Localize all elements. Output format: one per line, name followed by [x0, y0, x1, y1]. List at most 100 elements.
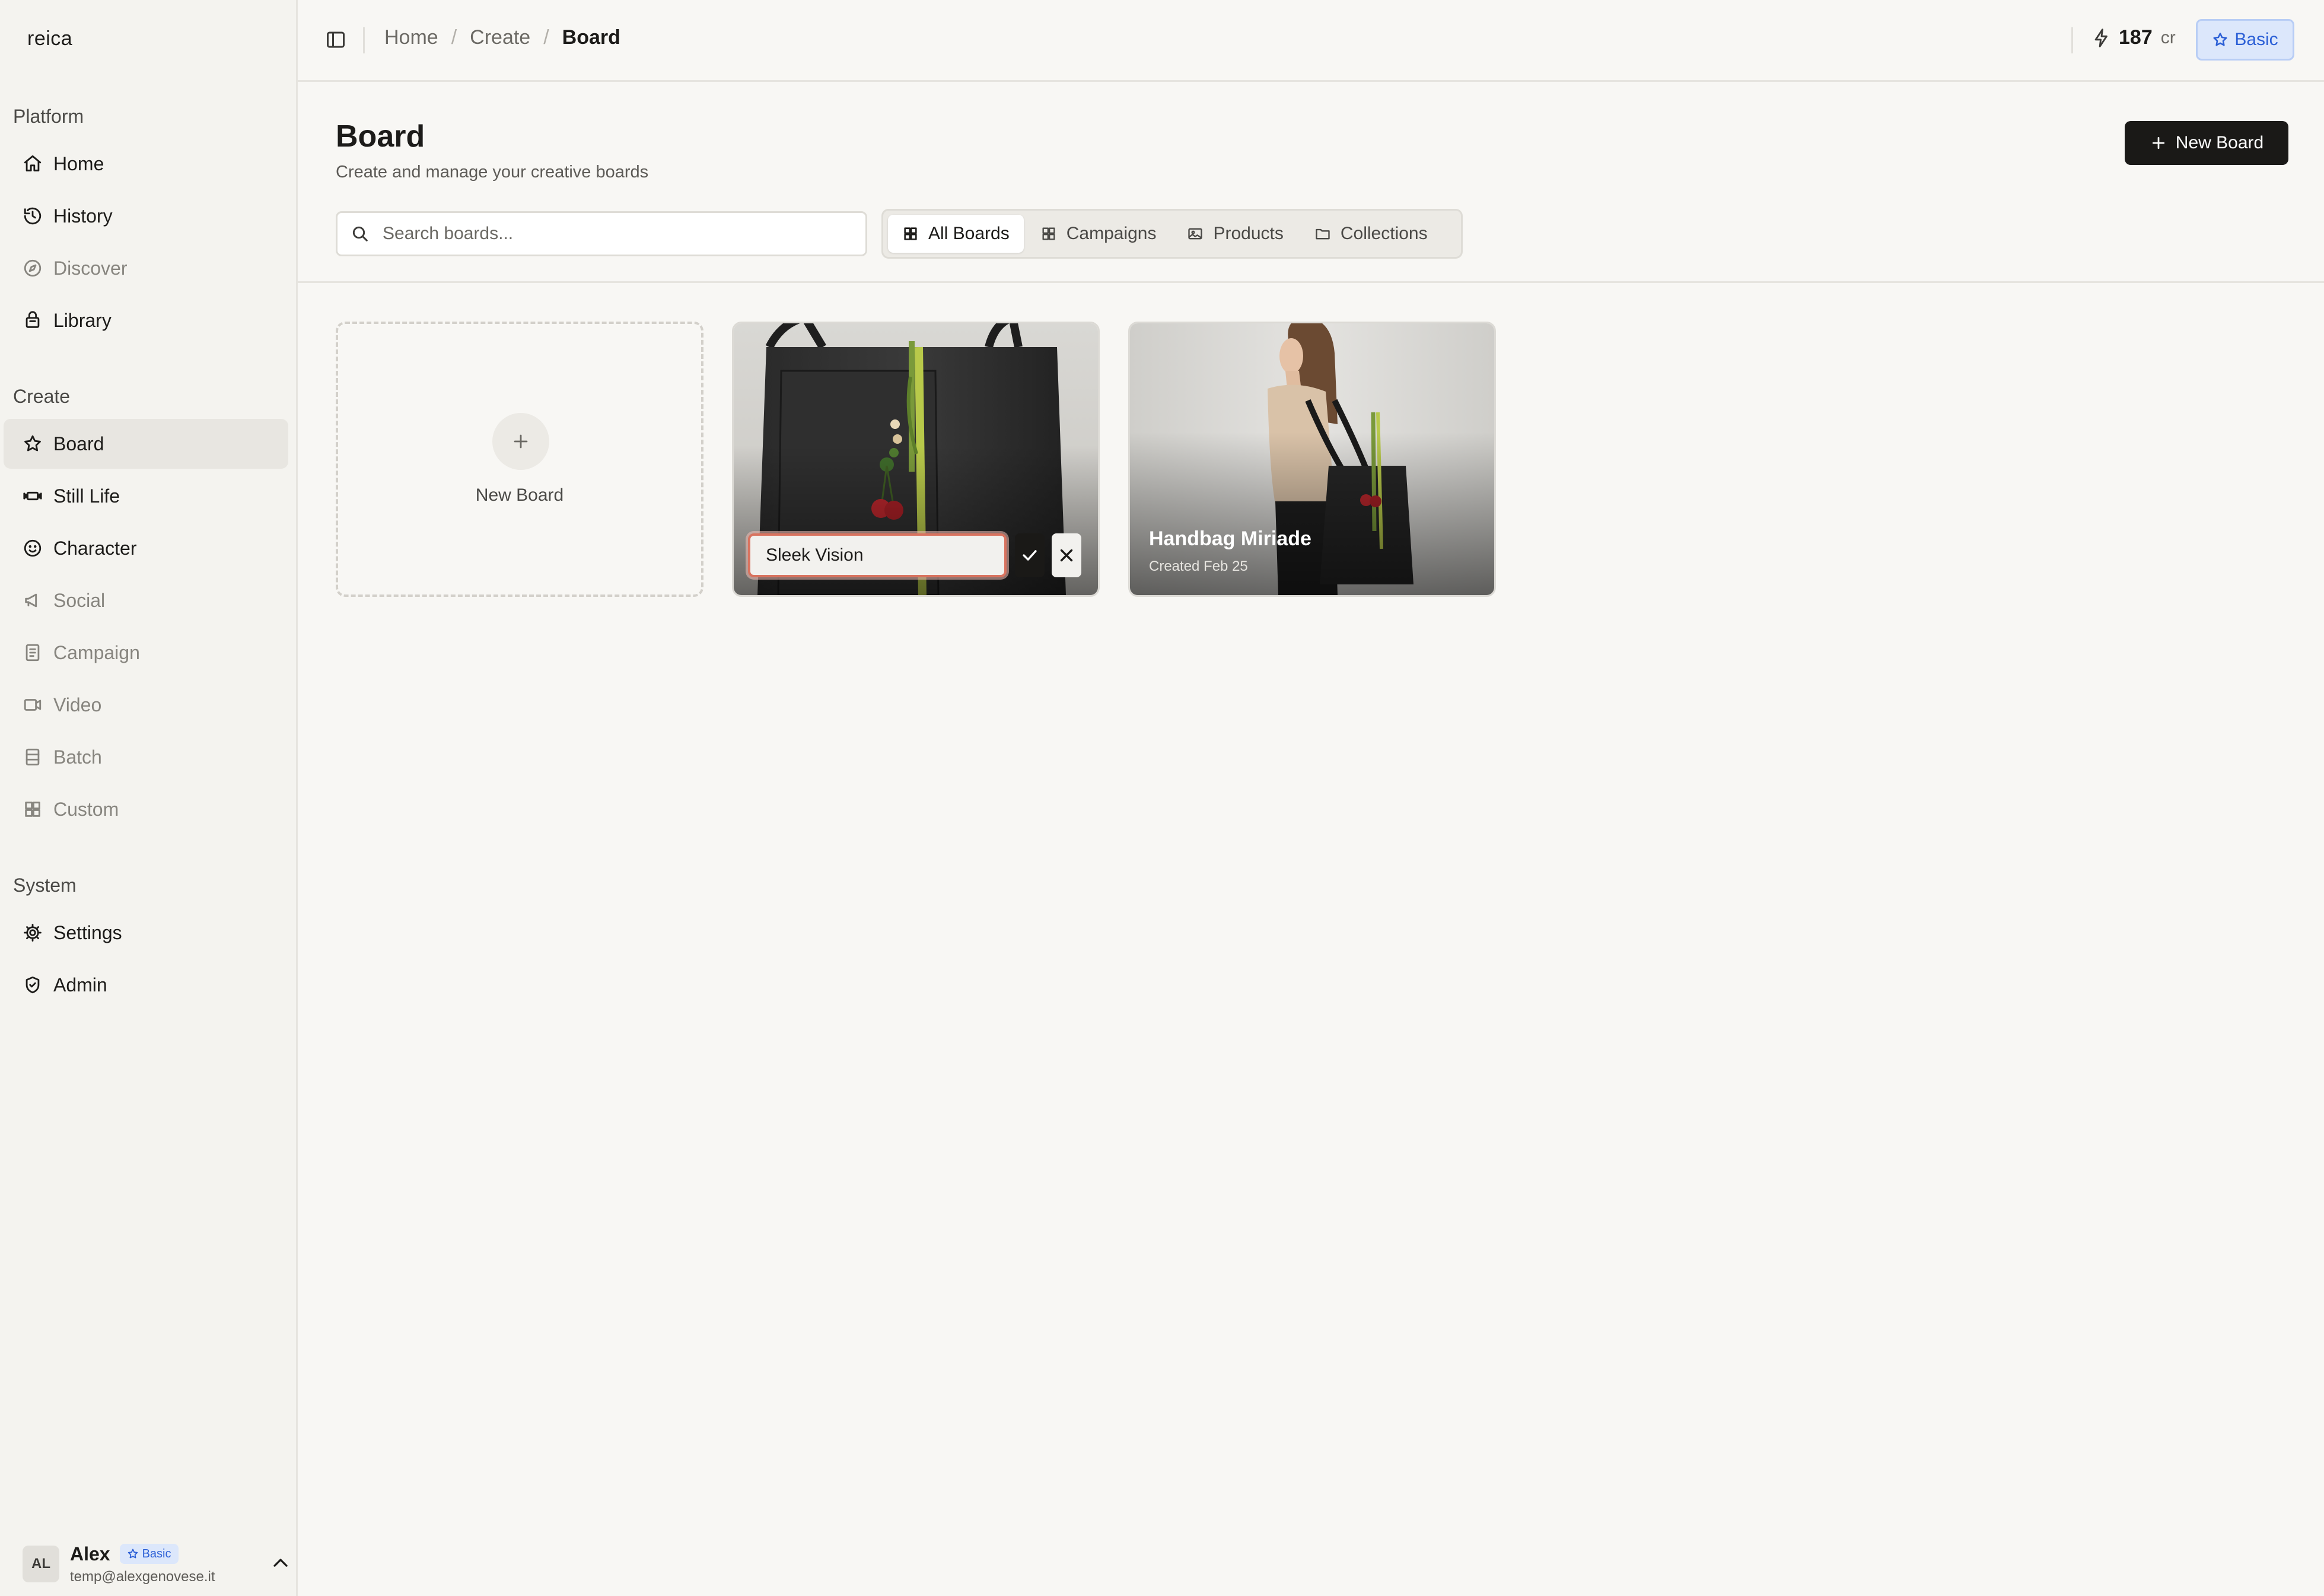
new-board-button-label: New Board — [2175, 133, 2264, 152]
board-card-date: Created Feb 25 — [1149, 558, 1248, 574]
sidebar-item-discover[interactable]: Discover — [4, 243, 288, 293]
tab-label: Collections — [1340, 224, 1428, 243]
sidebar-item-custom[interactable]: Custom — [4, 784, 288, 834]
new-board-card[interactable]: New Board — [336, 322, 703, 597]
sidebar-item-label: Library — [53, 309, 112, 331]
new-board-card-label: New Board — [475, 485, 564, 505]
star-icon — [23, 434, 43, 454]
tab-campaigns[interactable]: Campaigns — [1026, 215, 1171, 253]
user-name: Alex — [70, 1543, 110, 1565]
tab-label: All Boards — [928, 224, 1010, 243]
new-board-button[interactable]: New Board — [2125, 121, 2288, 165]
section-label-create: Create — [13, 386, 71, 407]
sidebar-item-library[interactable]: Library — [4, 295, 288, 345]
shield-icon — [23, 975, 43, 995]
board-card[interactable]: Handbag Miriade Created Feb 25 — [1128, 322, 1496, 597]
sidebar-item-label: Home — [53, 152, 104, 174]
search-input[interactable] — [383, 224, 857, 244]
sidebar-item-label: Batch — [53, 746, 102, 768]
sidebar-item-batch[interactable]: Batch — [4, 732, 288, 782]
section-label-platform: Platform — [13, 106, 84, 127]
history-icon — [23, 206, 43, 226]
sidebar-item-admin[interactable]: Admin — [4, 960, 288, 1010]
sidebar-item-label: Video — [53, 694, 102, 716]
sidebar-toggle-icon[interactable] — [325, 29, 346, 50]
plan-label: Basic — [2234, 30, 2278, 49]
confirm-rename-button[interactable] — [1015, 533, 1045, 577]
megaphone-icon — [23, 590, 43, 611]
tab-all-boards[interactable]: All Boards — [888, 215, 1024, 253]
sidebar-item-board[interactable]: Board — [4, 419, 288, 469]
tab-products[interactable]: Products — [1173, 215, 1297, 253]
user-profile[interactable]: AL Alex Basic temp@alexgenovese.it — [23, 1540, 288, 1588]
sidebar-item-settings[interactable]: Settings — [4, 908, 288, 958]
sidebar-item-still-life[interactable]: Still Life — [4, 471, 288, 521]
app-logo[interactable]: reica — [27, 27, 72, 50]
credits-value: 187 — [2119, 26, 2153, 49]
folder-icon — [1316, 228, 1330, 240]
breadcrumb-separator: / — [451, 26, 457, 49]
chevron-up-icon[interactable] — [269, 1551, 292, 1575]
close-icon — [1060, 549, 1073, 562]
top-bar: Home / Create / Board 187 cr Basic — [298, 0, 2324, 82]
board-card[interactable] — [732, 322, 1100, 597]
board-rename-input[interactable] — [748, 533, 1007, 577]
sidebar-item-label: Discover — [53, 257, 128, 279]
cancel-rename-button[interactable] — [1052, 533, 1081, 577]
tab-label: Campaigns — [1066, 224, 1157, 243]
avatar: AL — [23, 1546, 59, 1582]
divider — [298, 281, 2324, 283]
sidebar-item-label: Settings — [53, 921, 122, 943]
star-icon — [128, 1549, 138, 1559]
image-icon — [1188, 228, 1203, 240]
search-icon — [352, 226, 368, 241]
sidebar-item-label: History — [53, 205, 113, 227]
lightning-icon — [2094, 28, 2107, 47]
board-thumbnail — [1130, 323, 1494, 595]
grid-icon — [23, 799, 43, 819]
breadcrumb-separator: / — [543, 26, 549, 49]
breadcrumb: Home / Create / Board — [384, 26, 620, 49]
breadcrumb-create[interactable]: Create — [470, 26, 530, 49]
sidebar-item-label: Campaign — [53, 641, 140, 663]
sidebar-item-label: Board — [53, 433, 104, 454]
plus-circle — [492, 413, 549, 470]
grid-icon — [1042, 227, 1055, 240]
breadcrumb-board: Board — [562, 26, 620, 49]
user-email: temp@alexgenovese.it — [70, 1568, 215, 1585]
sidebar-item-label: Character — [53, 537, 137, 559]
page-subtitle: Create and manage your creative boards — [336, 163, 649, 182]
tab-collections[interactable]: Collections — [1300, 215, 1442, 253]
plan-badge[interactable]: Basic — [2196, 19, 2294, 61]
sidebar: reica Platform Home History Discover Lib… — [0, 0, 298, 1596]
divider — [363, 27, 365, 53]
sidebar-item-home[interactable]: Home — [4, 139, 288, 189]
batch-icon — [23, 747, 43, 767]
credits-unit: cr — [2160, 27, 2176, 47]
filter-tabs: All Boards Campaigns Products Collection… — [881, 209, 1463, 259]
star-icon — [2213, 33, 2227, 46]
library-icon — [23, 310, 43, 330]
search-box[interactable] — [336, 211, 867, 256]
sidebar-item-label: Social — [53, 589, 106, 611]
sidebar-item-character[interactable]: Character — [4, 523, 288, 573]
breadcrumb-home[interactable]: Home — [384, 26, 438, 49]
sidebar-item-label: Still Life — [53, 485, 120, 507]
character-icon — [23, 538, 43, 558]
video-icon — [23, 695, 43, 715]
user-plan-badge: Basic — [119, 1544, 179, 1564]
sidebar-item-campaign[interactable]: Campaign — [4, 628, 288, 678]
gear-icon — [23, 923, 43, 943]
sidebar-item-social[interactable]: Social — [4, 576, 288, 625]
sidebar-item-history[interactable]: History — [4, 191, 288, 241]
check-icon — [1023, 550, 1037, 561]
still-life-icon — [23, 486, 43, 506]
page-title: Board — [336, 119, 425, 154]
grid-icon — [904, 227, 917, 240]
compass-icon — [23, 258, 43, 278]
board-card-title: Handbag Miriade — [1149, 527, 1311, 550]
divider — [2071, 27, 2073, 53]
sidebar-item-video[interactable]: Video — [4, 680, 288, 730]
sidebar-item-label: Custom — [53, 798, 119, 820]
plus-icon — [2152, 136, 2164, 150]
